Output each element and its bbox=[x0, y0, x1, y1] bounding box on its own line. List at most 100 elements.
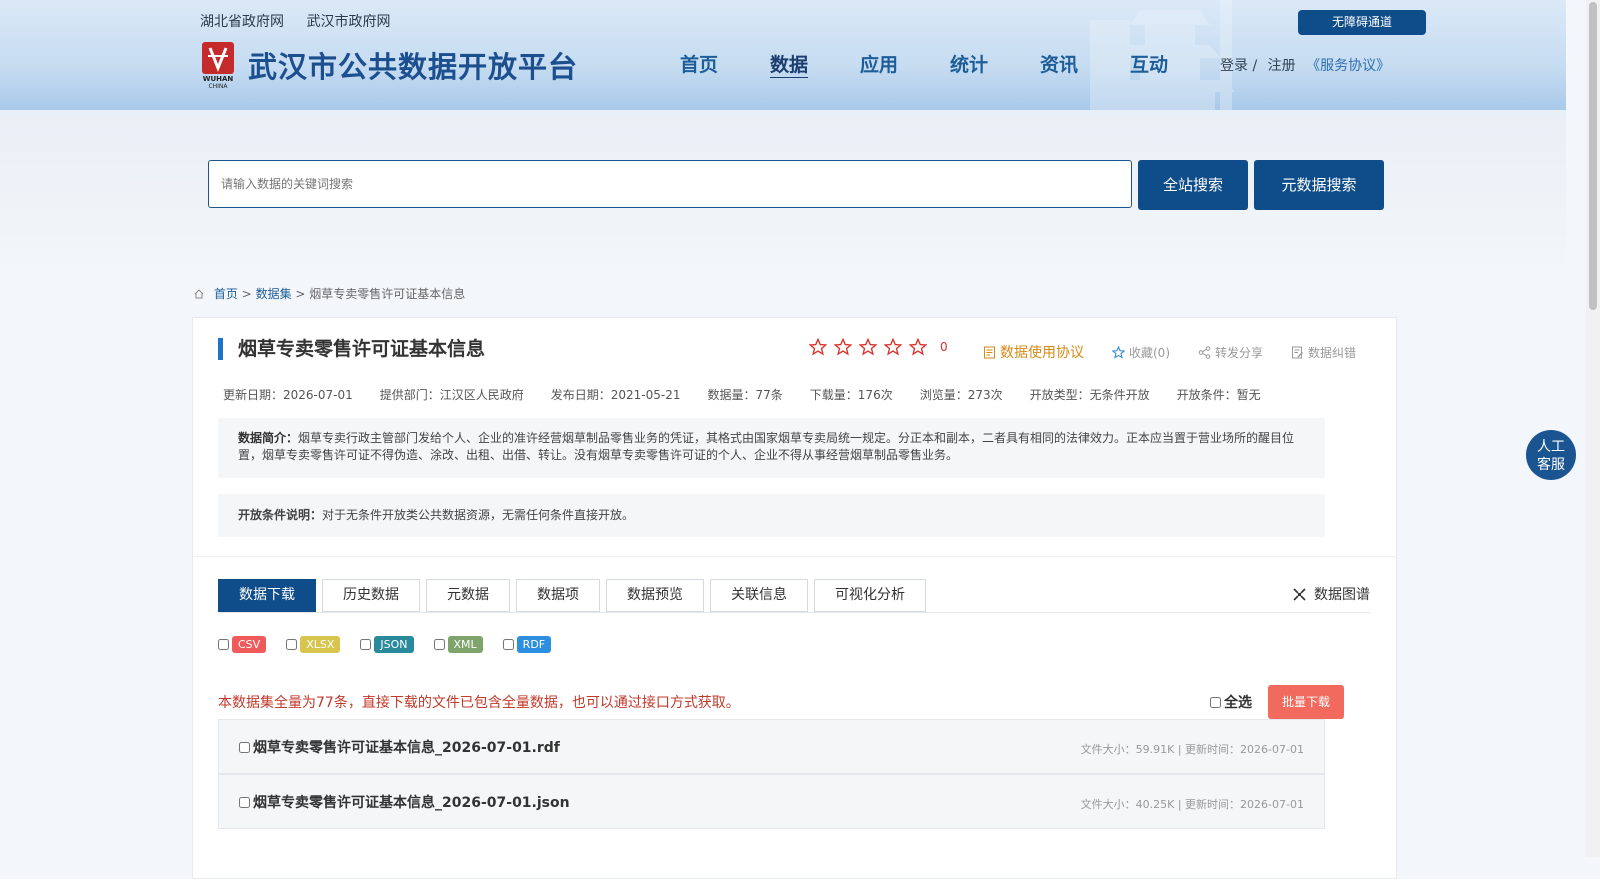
nav-interact[interactable]: 互动 bbox=[1130, 50, 1220, 77]
tab-visualization[interactable]: 可视化分析 bbox=[814, 579, 926, 612]
file-checkbox[interactable] bbox=[239, 741, 250, 753]
tab-data-items[interactable]: 数据项 bbox=[516, 579, 600, 612]
description-label: 数据简介： bbox=[238, 431, 299, 445]
format-csv[interactable]: CSV bbox=[218, 636, 267, 653]
tab-history[interactable]: 历史数据 bbox=[322, 579, 420, 612]
tabs-underline bbox=[218, 612, 1370, 613]
format-json[interactable]: JSON bbox=[360, 636, 414, 653]
site-search-button[interactable]: 全站搜索 bbox=[1138, 160, 1248, 210]
format-checkbox[interactable] bbox=[218, 639, 229, 650]
share-button[interactable]: 转发分享 bbox=[1198, 344, 1263, 361]
breadcrumb-datasets[interactable]: 数据集 bbox=[256, 287, 292, 301]
expand-icon bbox=[1293, 587, 1306, 601]
wuhan-logo[interactable]: WUHAN CHINA bbox=[198, 42, 238, 88]
download-notice: 本数据集全量为77条，直接下载的文件已包含全量数据，也可以通过接口方式获取。 bbox=[218, 695, 740, 711]
breadcrumb-home[interactable]: 首页 bbox=[214, 287, 238, 301]
file-name[interactable]: 烟草专卖零售许可证基本信息_2026-07-01.rdf bbox=[239, 737, 560, 757]
tab-download[interactable]: 数据下载 bbox=[218, 579, 316, 612]
star-icon[interactable] bbox=[809, 338, 827, 356]
tab-preview[interactable]: 数据预览 bbox=[606, 579, 704, 612]
select-all-checkbox[interactable] bbox=[1210, 696, 1221, 708]
accessibility-button[interactable]: 无障碍通道 bbox=[1298, 10, 1426, 35]
format-filters: CSV XLSX JSON XML RDF bbox=[218, 636, 571, 653]
data-graph-link[interactable]: 数据图谱 bbox=[1293, 584, 1370, 604]
select-all[interactable]: 全选 bbox=[1210, 692, 1252, 712]
service-agreement-link[interactable]: 《服务协议》 bbox=[1306, 58, 1390, 74]
format-xml[interactable]: XML bbox=[433, 636, 483, 653]
file-name-text[interactable]: 烟草专卖零售许可证基本信息_2026-07-01.rdf bbox=[253, 737, 560, 757]
edit-document-icon bbox=[1292, 346, 1304, 358]
star-icon[interactable] bbox=[909, 338, 927, 356]
dataset-card: 烟草专卖零售许可证基本信息 0 数据使用协议 收藏(0) 转发分享 数据纠错 更… bbox=[192, 317, 1397, 879]
tab-metadata[interactable]: 元数据 bbox=[426, 579, 510, 612]
format-badge-json: JSON bbox=[374, 636, 414, 653]
file-row: 烟草专卖零售许可证基本信息_2026-07-01.json 文件大小：40.25… bbox=[218, 774, 1325, 829]
tab-related[interactable]: 关联信息 bbox=[710, 579, 808, 612]
dataset-description: 数据简介：烟草专卖行政主管部门发给个人、企业的准许经营烟草制品零售业务的凭证，其… bbox=[218, 418, 1325, 478]
open-condition-label: 开放条件说明： bbox=[238, 508, 323, 522]
open-condition-box: 开放条件说明：对于无条件开放类公共数据资源，无需任何条件直接开放。 bbox=[218, 494, 1325, 537]
top-link-wuhan[interactable]: 武汉市政府网 bbox=[306, 14, 390, 30]
svg-text:CHINA: CHINA bbox=[208, 83, 228, 88]
meta-views: 浏览量：273次 bbox=[919, 388, 1003, 402]
document-icon bbox=[984, 346, 995, 358]
nav-home[interactable]: 首页 bbox=[680, 50, 770, 77]
divider bbox=[193, 556, 1396, 557]
favorite-button[interactable]: 收藏(0) bbox=[1112, 344, 1170, 361]
data-graph-label: 数据图谱 bbox=[1314, 587, 1370, 603]
format-badge-rdf: RDF bbox=[516, 636, 552, 653]
share-icon bbox=[1198, 345, 1211, 359]
search-input[interactable] bbox=[208, 160, 1132, 208]
meta-downloads: 下载量：176次 bbox=[809, 388, 893, 402]
nav-apps[interactable]: 应用 bbox=[860, 50, 950, 77]
file-meta: 文件大小：40.25K | 更新时间：2026-07-01 bbox=[1080, 798, 1304, 811]
login-link[interactable]: 登录 / bbox=[1220, 58, 1257, 74]
format-checkbox[interactable] bbox=[286, 639, 298, 650]
rating-stars: 0 bbox=[809, 338, 948, 356]
dataset-title: 烟草专卖零售许可证基本信息 bbox=[218, 338, 485, 360]
format-checkbox[interactable] bbox=[360, 639, 372, 650]
batch-download-button[interactable]: 批量下载 bbox=[1268, 685, 1344, 719]
scrollbar[interactable] bbox=[1586, 0, 1600, 857]
description-text: 烟草专卖行政主管部门发给个人、企业的准许经营烟草制品零售业务的凭证，其格式由国家… bbox=[238, 431, 1295, 462]
file-name-text[interactable]: 烟草专卖零售许可证基本信息_2026-07-01.json bbox=[253, 792, 570, 812]
metadata-search-button[interactable]: 元数据搜索 bbox=[1254, 160, 1384, 210]
breadcrumb-separator: > bbox=[295, 287, 306, 301]
site-header: 湖北省政府网 武汉市政府网 WUHAN CHINA 武汉市公共数据开放平台 首页… bbox=[0, 0, 1566, 110]
file-checkbox[interactable] bbox=[239, 796, 250, 808]
file-name[interactable]: 烟草专卖零售许可证基本信息_2026-07-01.json bbox=[239, 792, 570, 812]
top-link-hubei[interactable]: 湖北省政府网 bbox=[200, 14, 284, 30]
breadcrumb-current: 烟草专卖零售许可证基本信息 bbox=[309, 287, 466, 301]
dataset-meta: 更新日期：2026-07-01 提供部门：江汉区人民政府 发布日期：2021-0… bbox=[223, 386, 1288, 403]
format-rdf[interactable]: RDF bbox=[502, 636, 552, 653]
format-xlsx[interactable]: XLSX bbox=[286, 636, 341, 653]
meta-open-condition: 开放条件：暂无 bbox=[1176, 388, 1261, 402]
nav-stats[interactable]: 统计 bbox=[950, 50, 1040, 77]
nav-data[interactable]: 数据 bbox=[770, 50, 860, 77]
nav-news[interactable]: 资讯 bbox=[1040, 50, 1130, 77]
customer-service-button[interactable]: 人工 客服 bbox=[1526, 430, 1576, 480]
star-outline-icon bbox=[1112, 345, 1125, 359]
svg-text:WUHAN: WUHAN bbox=[203, 75, 234, 83]
account-links: 登录 / 注册 《服务协议》 bbox=[1220, 55, 1396, 75]
file-row: 烟草专卖零售许可证基本信息_2026-07-01.rdf 文件大小：59.91K… bbox=[218, 719, 1325, 774]
report-error-label: 数据纠错 bbox=[1308, 345, 1357, 360]
star-icon[interactable] bbox=[834, 338, 852, 356]
star-icon[interactable] bbox=[859, 338, 877, 356]
format-checkbox[interactable] bbox=[502, 639, 514, 650]
star-icon[interactable] bbox=[884, 338, 902, 356]
scrollbar-thumb[interactable] bbox=[1589, 2, 1597, 310]
meta-open-type: 开放类型：无条件开放 bbox=[1029, 388, 1150, 402]
meta-updated: 更新日期：2026-07-01 bbox=[223, 388, 353, 402]
site-title[interactable]: 武汉市公共数据开放平台 bbox=[248, 44, 578, 86]
usage-agreement-link[interactable]: 数据使用协议 bbox=[983, 342, 1084, 362]
format-checkbox[interactable] bbox=[433, 639, 445, 650]
open-condition-text: 对于无条件开放类公共数据资源，无需任何条件直接开放。 bbox=[322, 508, 635, 522]
register-link[interactable]: 注册 bbox=[1268, 58, 1296, 74]
rating-count: 0 bbox=[940, 340, 948, 354]
usage-agreement-label: 数据使用协议 bbox=[1000, 345, 1084, 361]
home-icon bbox=[194, 289, 204, 299]
breadcrumb-separator: > bbox=[241, 287, 252, 301]
report-error-button[interactable]: 数据纠错 bbox=[1291, 344, 1356, 361]
main-nav: 首页 数据 应用 统计 资讯 互动 bbox=[680, 50, 1220, 77]
